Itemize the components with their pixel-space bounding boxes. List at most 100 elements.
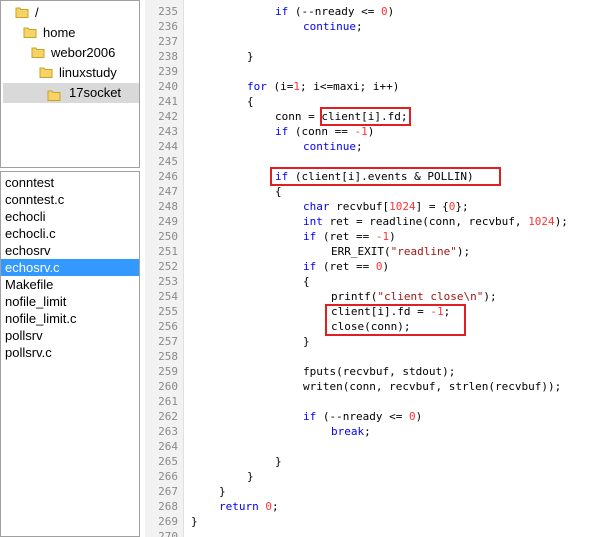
file-item[interactable]: echosrv.c: [1, 259, 139, 276]
code-line[interactable]: 266}: [145, 469, 599, 484]
file-item[interactable]: conntest.c: [1, 191, 139, 208]
code-line[interactable]: 238}: [145, 49, 599, 64]
code-line[interactable]: 239: [145, 64, 599, 79]
file-item[interactable]: nofile_limit.c: [1, 310, 139, 327]
file-item[interactable]: nofile_limit: [1, 293, 139, 310]
tree-node-home[interactable]: home: [23, 23, 76, 43]
code-text: break;: [331, 424, 371, 439]
code-line[interactable]: 270: [145, 529, 599, 537]
code-text: if (--nready <= 0): [303, 409, 422, 424]
code-token: ; i<=maxi; i++): [300, 80, 400, 93]
code-token: ): [389, 230, 396, 243]
folder-icon: [23, 24, 37, 44]
code-text: printf("client close\n");: [331, 289, 497, 304]
code-token: break: [331, 425, 365, 438]
code-line[interactable]: 235 if (--nready <= 0): [145, 4, 599, 19]
code-token: }: [247, 470, 254, 483]
tree-node-17socket[interactable]: 17socket: [3, 83, 139, 103]
line-number: 254: [158, 290, 178, 303]
code-token: continue: [303, 140, 356, 153]
code-line[interactable]: 247 {: [145, 184, 599, 199]
file-list[interactable]: conntest conntest.c echocli echocli.c echosr…: [0, 171, 140, 537]
code-token: (i=: [266, 80, 294, 93]
code-token: }: [303, 335, 310, 348]
code-line[interactable]: 244 continue;: [145, 139, 599, 154]
code-token: ): [387, 5, 395, 18]
file-item[interactable]: pollsrv: [1, 327, 139, 344]
line-number: 238: [158, 50, 178, 63]
line-number: 249: [158, 215, 178, 228]
line-number: 252: [158, 260, 178, 273]
code-text: continue;: [303, 139, 363, 154]
code-line[interactable]: 249 int ret = readline(conn, recvbuf, 102…: [145, 214, 599, 229]
line-number: 262: [158, 410, 178, 423]
file-item[interactable]: conntest: [1, 174, 139, 191]
code-text: {: [247, 94, 254, 109]
code-line[interactable]: 251 ERR_EXIT("readline");: [145, 244, 599, 259]
code-line[interactable]: 263 break;: [145, 424, 599, 439]
file-item[interactable]: echosrv: [1, 242, 139, 259]
code-token: ): [367, 125, 375, 138]
file-item[interactable]: echocli.c: [1, 225, 139, 242]
code-token: (ret ==: [316, 230, 376, 243]
code-line[interactable]: 257}: [145, 334, 599, 349]
code-line[interactable]: 240 for (i=1; i<=maxi; i++): [145, 79, 599, 94]
line-number: 261: [158, 395, 178, 408]
code-token: (ret ==: [316, 260, 376, 273]
code-editor[interactable]: 235 if (--nready <= 0) 236 continue; 237 238}…: [145, 0, 599, 537]
file-item[interactable]: pollsrv.c: [1, 344, 139, 361]
code-line[interactable]: 267}: [145, 484, 599, 499]
code-token: );: [456, 245, 471, 258]
code-line[interactable]: 262 if (--nready <= 0): [145, 409, 599, 424]
code-token: );: [554, 215, 568, 228]
code-token: );: [483, 290, 497, 303]
code-token: {: [275, 185, 282, 198]
code-token: ERR_EXIT(: [331, 245, 391, 258]
code-line[interactable]: 250 if (ret == -1): [145, 229, 599, 244]
line-number: 240: [158, 80, 178, 93]
code-token: }: [275, 455, 282, 468]
code-token: if: [275, 125, 289, 138]
code-line[interactable]: 236 continue;: [145, 19, 599, 34]
line-number: 253: [158, 275, 178, 288]
code-line[interactable]: 243 if (conn == -1): [145, 124, 599, 139]
code-token: recvbuf[: [329, 200, 390, 213]
line-number: 243: [158, 125, 178, 138]
code-token: -1: [354, 125, 368, 138]
code-line[interactable]: 259 fputs(recvbuf, stdout);: [145, 364, 599, 379]
code-line[interactable]: 261: [145, 394, 599, 409]
code-line[interactable]: 248 char recvbuf[1024] = {0};: [145, 199, 599, 214]
code-token: {: [303, 275, 310, 288]
folder-tree[interactable]: / home webor2006 linuxstudy 17socket: [0, 0, 140, 168]
code-line[interactable]: 260 writen(conn, recvbuf, strlen(recvbuf)…: [145, 379, 599, 394]
tree-node-webor2006[interactable]: webor2006: [31, 43, 115, 63]
file-item[interactable]: echocli: [1, 208, 139, 225]
file-item[interactable]: Makefile: [1, 276, 139, 293]
line-number: 236: [158, 20, 178, 33]
code-text: if (ret == 0): [303, 259, 389, 274]
code-text: writen(conn, recvbuf, strlen(recvbuf));: [303, 379, 561, 394]
line-number: 266: [158, 470, 178, 483]
code-line[interactable]: 252 if (ret == 0): [145, 259, 599, 274]
code-line[interactable]: 237: [145, 34, 599, 49]
code-text: }: [303, 334, 310, 349]
tree-node-linuxstudy[interactable]: linuxstudy: [39, 63, 117, 83]
code-line[interactable]: 264: [145, 439, 599, 454]
code-line[interactable]: 268 return 0;: [145, 499, 599, 514]
code-text: ERR_EXIT("readline");: [331, 244, 470, 259]
code-token: ] = {: [415, 200, 449, 213]
code-line[interactable]: 269}: [145, 514, 599, 529]
tree-node-label: /: [35, 5, 39, 20]
code-line[interactable]: 254 printf("client close\n");: [145, 289, 599, 304]
code-text: }: [191, 514, 198, 529]
code-token: if: [303, 230, 317, 243]
tree-node-label: home: [43, 25, 76, 40]
code-line[interactable]: 258: [145, 349, 599, 364]
line-number: 268: [158, 500, 178, 513]
code-line[interactable]: 253 {: [145, 274, 599, 289]
code-line[interactable]: 265}: [145, 454, 599, 469]
line-number: 244: [158, 140, 178, 153]
tree-node-root[interactable]: /: [15, 3, 39, 23]
code-token: -1: [375, 230, 390, 243]
code-token: (conn ==: [288, 125, 355, 138]
